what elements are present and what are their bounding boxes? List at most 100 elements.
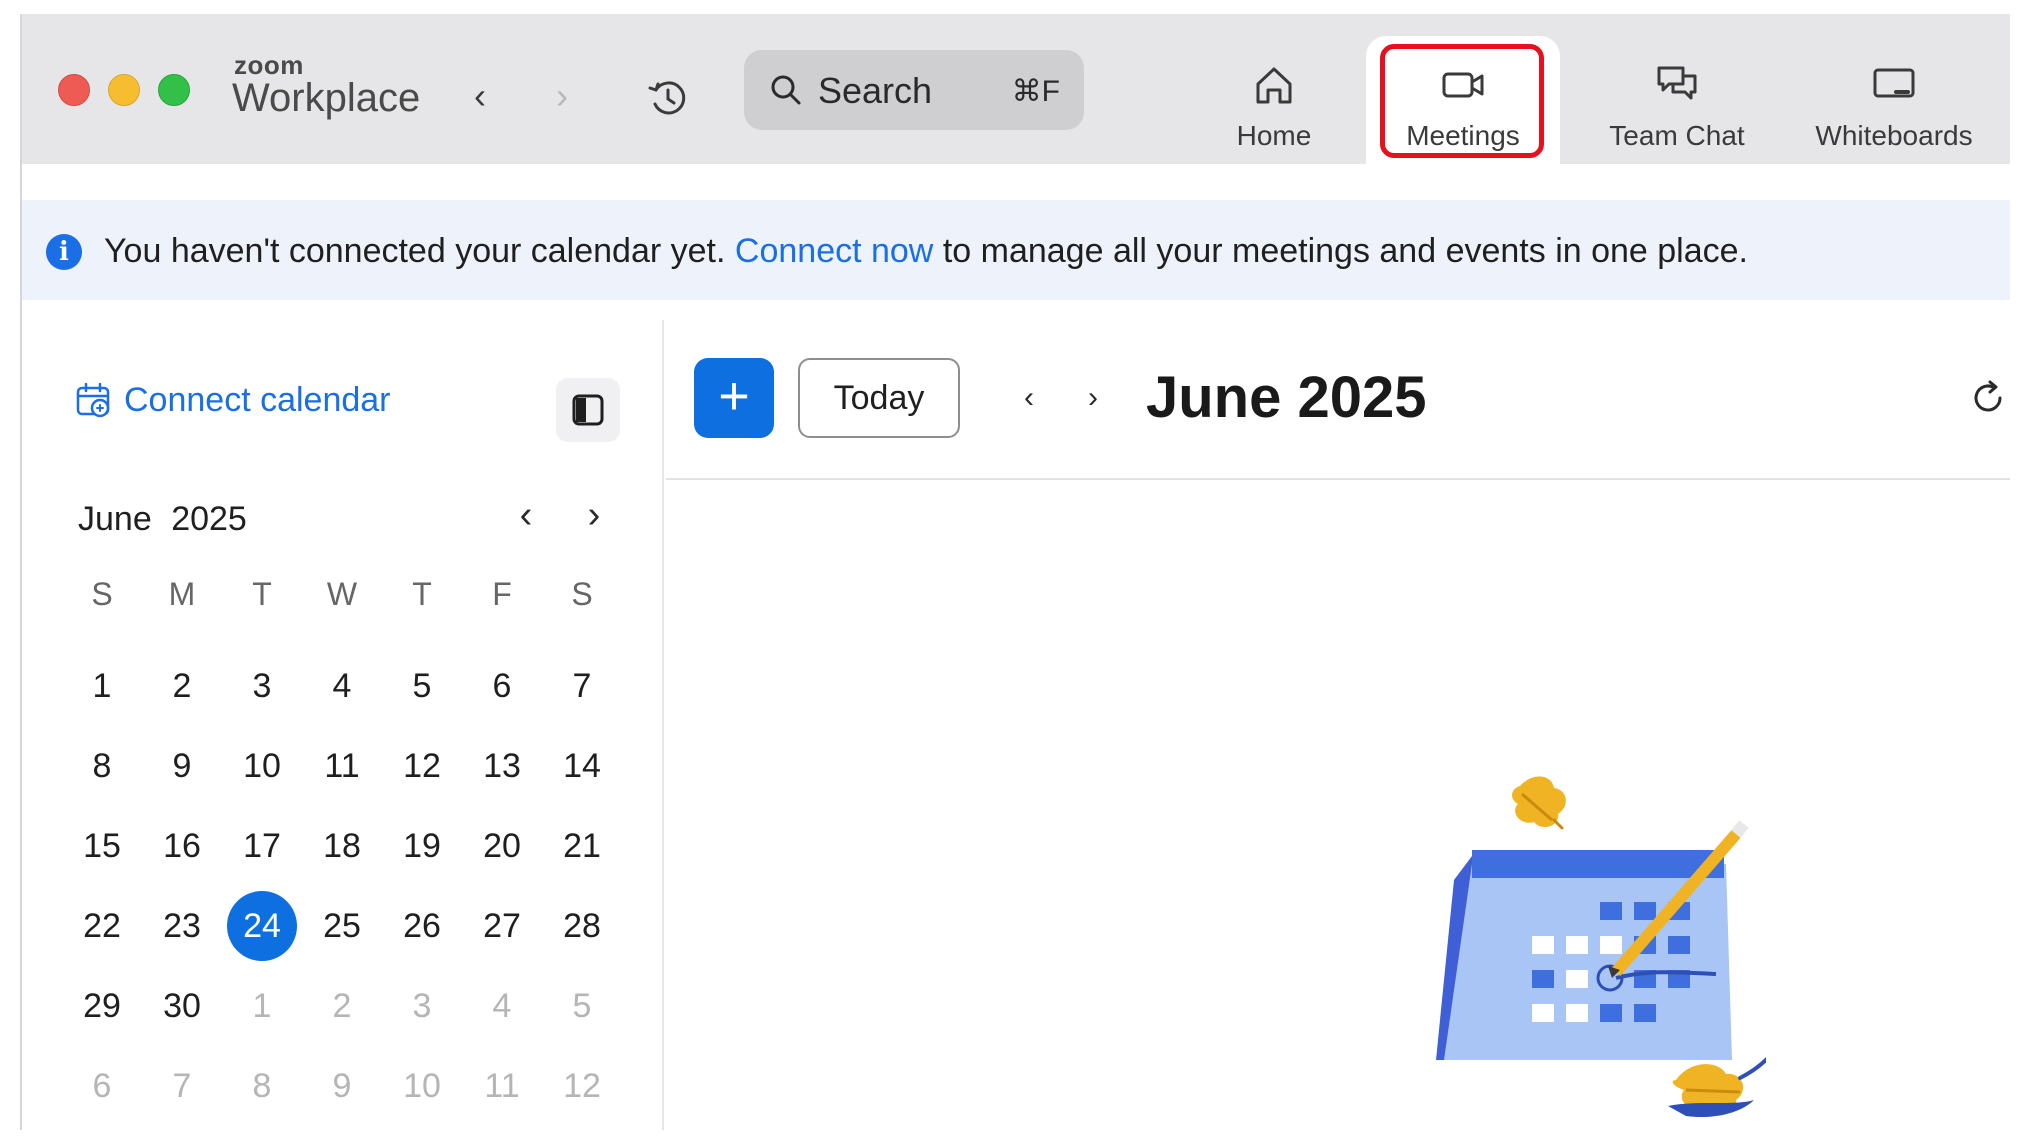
forward-button[interactable]: › [542,74,582,118]
chat-bubbles-icon [1657,66,1697,100]
mini-calendar-day[interactable]: 7 [542,646,622,726]
mini-calendar-day[interactable]: 13 [462,726,542,806]
title-bar: zoom Workplace ‹ › Search ⌘F Home Meetin… [22,14,2010,164]
header-divider [666,478,2010,480]
mini-calendar-day[interactable]: 27 [462,886,542,966]
info-icon: i [46,234,82,270]
leaf-bottom-decoration [1668,1057,1766,1118]
previous-period-button[interactable]: ‹ [1014,376,1044,420]
tab-team-chat[interactable]: Team Chat [1572,36,1782,164]
day-number: 10 [403,1066,441,1105]
mini-calendar-day[interactable]: 22 [62,886,142,966]
mini-calendar-day[interactable]: 23 [142,886,222,966]
day-number: 6 [92,1066,112,1105]
mini-calendar-day[interactable]: 4 [462,966,542,1046]
connect-calendar-link[interactable]: Connect calendar [74,380,391,420]
meetings-highlight-box [1380,44,1544,158]
mini-calendar-day[interactable]: 8 [222,1046,302,1126]
day-number: 4 [332,666,352,705]
mini-calendar-day[interactable]: 11 [302,726,382,806]
mini-calendar-day[interactable]: 4 [302,646,382,726]
mini-calendar-day[interactable]: 14 [542,726,622,806]
day-number: 9 [172,746,192,785]
close-window-button[interactable] [58,74,90,106]
mini-calendar-day[interactable]: 17 [222,806,302,886]
mini-calendar-day[interactable]: 2 [142,646,222,726]
mini-calendar-day[interactable]: 12 [382,726,462,806]
day-number: 5 [572,986,592,1025]
mini-calendar-day[interactable]: 5 [542,966,622,1046]
tab-whiteboards[interactable]: Whiteboards [1782,36,2006,164]
day-number: 26 [403,906,441,945]
mini-calendar-day[interactable]: 2 [302,966,382,1046]
day-number: 11 [484,1066,520,1105]
mini-calendar-day[interactable]: 18 [302,806,382,886]
day-number: 5 [412,666,432,705]
day-number: 6 [492,666,512,705]
mini-calendar-day[interactable]: 9 [142,726,222,806]
calendar-main: + Today ‹ › June 2025 [666,320,2010,1130]
day-number: 16 [163,826,201,865]
mini-calendar-day[interactable]: 26 [382,886,462,966]
connect-now-link[interactable]: Connect now [735,232,933,270]
next-period-button[interactable]: › [1078,376,1108,420]
history-icon[interactable] [646,76,690,120]
mini-calendar-day[interactable]: 5 [382,646,462,726]
calendar-sidebar: Connect calendar June 2025 ‹ › SMTWTFS 1… [22,320,664,1130]
mini-calendar-day-selected[interactable]: 24 [222,886,302,966]
mini-calendar-day[interactable]: 10 [382,1046,462,1126]
mini-calendar-day[interactable]: 6 [462,646,542,726]
day-number: 9 [332,1066,352,1105]
toggle-sidebar-button[interactable] [556,378,620,442]
mini-calendar-prev-button[interactable]: ‹ [506,490,546,540]
day-number: 24 [227,891,297,961]
today-button[interactable]: Today [798,358,960,438]
mini-calendar-day[interactable]: 6 [62,1046,142,1126]
back-button[interactable]: ‹ [460,74,500,118]
banner-message: You haven't connected your calendar yet.… [104,232,1748,271]
day-number: 1 [252,986,272,1025]
mini-calendar-day[interactable]: 1 [62,646,142,726]
mini-calendar-day[interactable]: 30 [142,966,222,1046]
day-number: 13 [483,746,521,785]
day-number: 27 [483,906,521,945]
mini-calendar-day[interactable]: 8 [62,726,142,806]
day-number: 29 [83,986,121,1025]
search-label: Search [818,70,933,111]
day-number: 15 [83,826,121,865]
sidebar-panel-icon [572,394,604,426]
tab-home[interactable]: Home [1194,36,1354,164]
refresh-icon[interactable] [1966,376,2010,420]
mini-calendar-day[interactable]: 11 [462,1046,542,1126]
search-box[interactable]: Search ⌘F [744,50,1084,130]
day-number: 25 [323,906,361,945]
day-number: 10 [243,746,281,785]
mini-calendar-day[interactable]: 7 [142,1046,222,1126]
day-number: 30 [163,986,201,1025]
mini-calendar-day[interactable]: 3 [222,646,302,726]
maximize-window-button[interactable] [158,74,190,106]
add-event-button[interactable]: + [694,358,774,438]
day-number: 12 [403,746,441,785]
mini-calendar-day[interactable]: 12 [542,1046,622,1126]
day-number: 28 [563,906,601,945]
mini-calendar-day[interactable]: 3 [382,966,462,1046]
mini-calendar-day[interactable]: 16 [142,806,222,886]
mini-calendar-day[interactable]: 21 [542,806,622,886]
mini-calendar-day[interactable]: 29 [62,966,142,1046]
mini-calendar-next-button[interactable]: › [574,490,614,540]
mini-calendar-day[interactable]: 20 [462,806,542,886]
mini-calendar-day[interactable]: 15 [62,806,142,886]
whiteboard-icon [1873,68,1915,98]
weekday-label: W [326,576,358,612]
weekday-label: M [168,576,196,612]
mini-calendar-day[interactable]: 19 [382,806,462,886]
mini-calendar-day[interactable]: 1 [222,966,302,1046]
mini-calendar-day[interactable]: 10 [222,726,302,806]
mini-calendar-day[interactable]: 9 [302,1046,382,1126]
minimize-window-button[interactable] [108,74,140,106]
mini-calendar-day[interactable]: 25 [302,886,382,966]
mini-calendar-day[interactable]: 28 [542,886,622,966]
mini-calendar-month: June [78,500,152,538]
banner-text-after: to manage all your meetings and events i… [942,232,1749,270]
